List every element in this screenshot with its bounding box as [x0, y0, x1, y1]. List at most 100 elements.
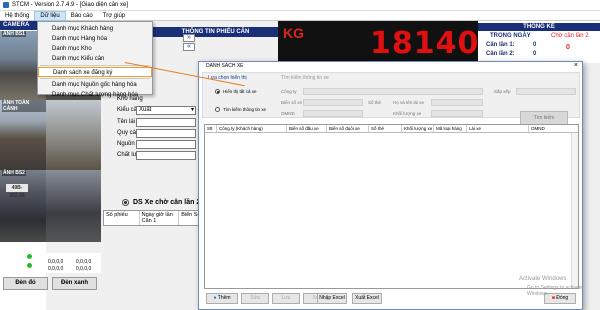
- ds2-col[interactable]: Số phiếu: [104, 211, 140, 225]
- column-header[interactable]: Lái xe: [467, 125, 529, 132]
- table-scrollbar[interactable]: [571, 133, 578, 288]
- ten-lai-xe-input[interactable]: [136, 118, 196, 127]
- title-bar: STCM - Version 2.7.4.9 - [Giao diện cân …: [0, 0, 600, 11]
- sensor-light-icon: [27, 263, 32, 268]
- lan2-value: 0: [533, 51, 537, 57]
- search-panel: Lựa chọn hiển thị Tìm kiếm thông tin xe …: [202, 72, 580, 126]
- sensor-value: 0,0,0,0: [76, 266, 92, 272]
- activation-watermark: Activate Windows: [519, 276, 567, 282]
- ds2-col[interactable]: Ngày giờ lần Cân 1: [140, 211, 180, 225]
- menu-separator: [40, 78, 150, 79]
- add-icon: ●: [213, 295, 217, 301]
- column-header[interactable]: Biển số đầu xe: [287, 125, 327, 132]
- camera-feed-2b: [46, 100, 101, 170]
- add-button[interactable]: ● Thêm: [206, 293, 238, 304]
- menu-bar: Hệ thống Dữ liệu Báo cáo Trợ giúp: [0, 10, 600, 21]
- ds2-table[interactable]: Số phiếu Ngày giờ lần Cân 1 Biển Số: [103, 210, 204, 226]
- menu-item-customers[interactable]: Danh mục Khách hàng: [38, 24, 152, 34]
- plate-input[interactable]: [303, 99, 363, 106]
- menu-bao-cao[interactable]: Báo cáo: [66, 11, 98, 21]
- column-header[interactable]: Mã loại hàng: [434, 125, 467, 132]
- sensor-value: 0,0,0,0: [76, 259, 92, 265]
- lan1-label: Cân lần 1:: [486, 42, 515, 48]
- company-select[interactable]: [303, 88, 483, 95]
- red-light-button[interactable]: Đèn đỏ: [3, 277, 48, 290]
- camera-feed-2c: [46, 170, 101, 242]
- menu-tro-giup[interactable]: Trợ giúp: [98, 11, 130, 21]
- driver-input[interactable]: [431, 99, 483, 106]
- search-group-label: Tìm kiếm thông tin xe: [281, 75, 329, 81]
- menu-item-warehouse[interactable]: Danh mục Kho: [38, 44, 152, 54]
- field-label: Khối lượng xe: [393, 111, 422, 116]
- vehicle-table[interactable]: Stt Công ty (Khách hàng) Biển số đầu xe …: [204, 124, 579, 289]
- column-header[interactable]: Công ty (Khách hàng): [217, 125, 287, 132]
- radio-search-label: Tìm kiếm thông tin xe: [223, 107, 267, 112]
- sensor-value: 0,0,0,0: [48, 266, 64, 272]
- green-light-button[interactable]: Đèn xanh: [52, 277, 97, 290]
- export-excel-label: Xuất Excel: [355, 295, 379, 301]
- prev-arrow-icon[interactable]: «: [183, 43, 195, 51]
- vehicle-list-dialog: DANH SÁCH XE × Lựa chọn hiển thị Tìm kiế…: [198, 61, 583, 310]
- radio-show-all-icon[interactable]: [215, 89, 220, 94]
- lan2-label: Cân lần 2:: [486, 51, 515, 57]
- kieu-can-select[interactable]: Xuất ▾: [136, 106, 196, 115]
- menu-du-lieu[interactable]: Dữ liệu: [34, 10, 66, 21]
- ds2-radio-icon[interactable]: [122, 199, 129, 206]
- pending-label: Chờ cân lần 2: [551, 33, 589, 39]
- camera-overview: ẢNH TOÀN CẢNH: [0, 100, 46, 170]
- dialog-title: DANH SÁCH XE: [206, 63, 244, 69]
- menu-item-origin[interactable]: Danh mục Nguồn gốc hàng hóa: [38, 80, 152, 90]
- radio-show-all-label: Hiển thị tất cả xe: [223, 89, 257, 94]
- app-icon: [3, 2, 9, 8]
- data-menu-dropdown: Danh mục Khách hàng Danh mục Hàng hóa Da…: [37, 21, 153, 98]
- sensor-value: 0,0,0,0: [48, 259, 64, 265]
- menu-item-goods[interactable]: Danh mục Hàng hóa: [38, 34, 152, 44]
- weight-unit: KG: [283, 25, 304, 41]
- omnd-input[interactable]: [303, 110, 363, 117]
- dialog-titlebar: DANH SÁCH XE ×: [199, 62, 582, 71]
- quy-cach-input[interactable]: [136, 129, 196, 138]
- column-header[interactable]: Số thẻ: [369, 125, 402, 132]
- license-plate-image: 49B-002.88: [6, 184, 28, 199]
- close-icon[interactable]: ×: [574, 62, 578, 70]
- menu-item-weigh-type[interactable]: Danh mục Kiểu cân: [38, 54, 152, 64]
- menu-item-quality[interactable]: Danh mục Chất lượng hàng hóa: [38, 90, 152, 100]
- pending-value: 0: [566, 44, 570, 51]
- lan1-value: 0: [533, 42, 537, 48]
- field-label: Biển số xe: [281, 100, 303, 105]
- weight-value: 18140: [370, 26, 480, 61]
- column-header[interactable]: Biển số đuôi xe: [327, 125, 369, 132]
- export-excel-button[interactable]: Xuất Excel: [352, 293, 382, 304]
- field-label: Số thẻ: [368, 100, 382, 105]
- column-header[interactable]: OMND: [529, 125, 573, 132]
- nguon-goc-input[interactable]: [136, 140, 196, 149]
- menu-item-vehicle-list[interactable]: Danh sách xe đăng ký: [38, 67, 152, 77]
- save-button[interactable]: Lưu: [272, 293, 300, 304]
- column-header[interactable]: Khối lượng xe: [402, 125, 434, 132]
- stats-subheader: TRONG NGÀY: [490, 33, 531, 39]
- field-label: Họ và tên lái xe: [393, 100, 425, 105]
- column-header[interactable]: Stt: [205, 125, 217, 132]
- stats-header: THỐNG KÊ: [478, 23, 600, 31]
- menu-he-thong[interactable]: Hệ thống: [0, 11, 34, 21]
- camera-label-bs1: ẢNH BS1: [2, 31, 26, 37]
- edit-label: Sửa: [250, 295, 260, 301]
- chat-luong-input[interactable]: [136, 151, 196, 160]
- kieu-can-value: Xuất: [139, 107, 152, 113]
- camera-bs2: ẢNH BS2: [0, 170, 46, 242]
- import-excel-button[interactable]: Nhập Excel: [317, 293, 347, 304]
- field-label: Sắp xếp: [494, 89, 511, 94]
- edit-button[interactable]: Sửa: [241, 293, 269, 304]
- right-panel: [583, 63, 600, 310]
- field-label: Công ty: [281, 89, 297, 94]
- radio-search-icon[interactable]: [215, 107, 220, 112]
- next-arrow-icon[interactable]: »: [183, 34, 195, 42]
- import-excel-label: Nhập Excel: [319, 295, 345, 301]
- sensor-light-icon: [27, 254, 32, 259]
- camera-label-bs2: ẢNH BS2: [2, 170, 26, 176]
- sort-select[interactable]: [516, 88, 576, 95]
- weight-input[interactable]: [431, 110, 483, 117]
- activation-watermark-sub: Go to Settings to activate Windows.: [527, 285, 583, 297]
- field-label: OMND: [281, 111, 295, 116]
- add-label: Thêm: [217, 295, 231, 301]
